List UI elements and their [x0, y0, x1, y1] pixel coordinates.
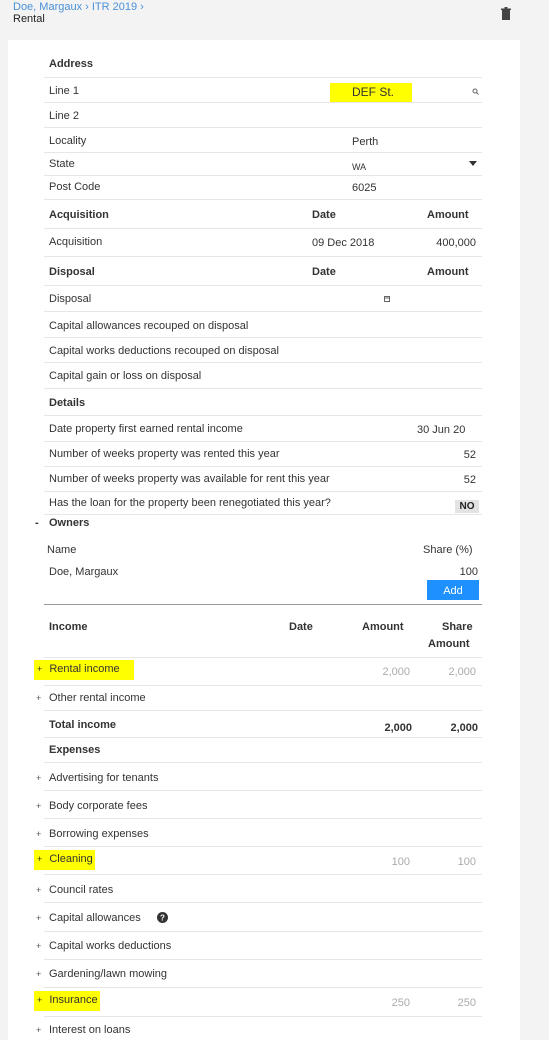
acquisition-label: Acquisition	[49, 236, 103, 248]
first-income-date-field[interactable]: 30 Jun 20	[417, 424, 479, 436]
state-label: State	[49, 158, 75, 170]
details-label: Number of weeks property was available f…	[49, 473, 330, 485]
details-label: Date property first earned rental income	[49, 423, 243, 435]
owners-share-header: Share (%)	[423, 544, 473, 556]
expand-icon[interactable]: +	[36, 1025, 41, 1035]
owners-name-header: Name	[47, 544, 77, 556]
details-label: Has the loan for the property been reneg…	[49, 497, 331, 509]
expense-amount[interactable]: 100	[360, 856, 410, 868]
income-label: Other rental income	[49, 692, 146, 704]
page-title: Rental	[13, 13, 45, 25]
line2-label: Line 2	[49, 110, 79, 122]
income-amount-header: Amount	[362, 621, 404, 633]
expand-icon[interactable]: +	[36, 773, 41, 783]
total-income-label: Total income	[49, 719, 117, 731]
acquisition-amount-header: Amount	[427, 209, 469, 221]
expense-label: Capital works deductions	[49, 940, 172, 952]
expense-amount[interactable]: 250	[360, 997, 410, 1009]
expand-icon[interactable]: +	[36, 941, 41, 951]
expand-icon: +	[37, 664, 43, 674]
expand-icon[interactable]: +	[36, 829, 41, 839]
owners-collapse-toggle[interactable]: -	[35, 517, 39, 529]
expand-icon[interactable]: +	[36, 885, 41, 895]
owner-name: Doe, Margaux	[49, 566, 119, 578]
svg-text:?: ?	[160, 914, 165, 923]
expense-label: Borrowing expenses	[49, 828, 149, 840]
disposal-heading: Disposal	[49, 266, 95, 278]
disposal-date-header: Date	[312, 266, 336, 278]
locality-label: Locality	[49, 135, 87, 147]
total-income-amount: 2,000	[384, 722, 412, 734]
details-label: Number of weeks property was rented this…	[49, 448, 280, 460]
calendar-icon[interactable]	[384, 296, 390, 302]
help-icon[interactable]: ?	[157, 912, 168, 923]
line1-field[interactable]: DEF St.	[330, 83, 413, 102]
expand-icon[interactable]: +	[36, 693, 41, 703]
owners-heading: Owners	[49, 517, 90, 529]
expenses-heading: Expenses	[49, 744, 101, 756]
acquisition-date-field[interactable]: 09 Dec 2018	[312, 237, 392, 249]
income-share-header: Share	[442, 621, 473, 633]
locality-field[interactable]: Perth	[352, 136, 378, 148]
expense-label: Advertising for tenants	[49, 772, 159, 784]
income-share-amount[interactable]: 2,000	[426, 666, 476, 678]
acquisition-amount-field[interactable]: 400,000	[420, 237, 476, 249]
total-income-share: 2,000	[450, 722, 478, 734]
breadcrumb[interactable]: Doe, Margaux › ITR 2019 ›	[13, 1, 144, 13]
weeks-rented-field[interactable]: 52	[430, 449, 476, 461]
line1-label: Line 1	[49, 85, 79, 97]
rental-income-row[interactable]: + Rental income	[34, 660, 134, 680]
expense-label: Capital allowances	[49, 912, 141, 924]
owner-share-field[interactable]: 100	[440, 566, 478, 578]
income-label: Rental income	[49, 663, 120, 675]
postcode-label: Post Code	[49, 181, 101, 193]
income-amount[interactable]: 2,000	[360, 666, 410, 678]
weeks-available-field[interactable]: 52	[430, 474, 476, 486]
income-date-header: Date	[289, 621, 313, 633]
acquisition-heading: Acquisition	[49, 209, 109, 221]
cleaning-row[interactable]: + Cleaning	[34, 850, 95, 870]
expand-icon: +	[37, 995, 43, 1005]
expense-label: Insurance	[49, 994, 98, 1006]
expense-share-amount[interactable]: 250	[426, 997, 476, 1009]
acquisition-date-header: Date	[312, 209, 336, 221]
expense-label: Council rates	[49, 884, 114, 896]
search-icon	[472, 88, 479, 95]
expand-icon[interactable]: +	[36, 801, 41, 811]
income-heading: Income	[49, 621, 88, 633]
expense-label: Interest on loans	[49, 1024, 131, 1036]
chevron-down-icon[interactable]	[469, 161, 477, 166]
trash-icon[interactable]	[500, 7, 512, 20]
disposal-row: Capital works deductions recouped on dis…	[49, 345, 279, 357]
details-heading: Details	[49, 397, 86, 409]
expand-icon[interactable]: +	[36, 913, 41, 923]
expense-label: Cleaning	[49, 853, 93, 865]
expand-icon: +	[37, 854, 43, 864]
add-owner-button[interactable]: Add	[427, 580, 479, 600]
top-bar: Doe, Margaux › ITR 2019 › Rental	[0, 0, 549, 34]
loan-renegotiated-toggle[interactable]: NO	[455, 500, 479, 513]
expense-share-amount[interactable]: 100	[426, 856, 476, 868]
insurance-row[interactable]: + Insurance	[34, 991, 100, 1011]
state-select[interactable]: WA	[352, 162, 366, 170]
disposal-row: Capital allowances recouped on disposal	[49, 320, 249, 332]
expense-label: Gardening/lawn mowing	[49, 968, 168, 980]
expense-label: Body corporate fees	[49, 800, 148, 812]
income-share-header: Amount	[428, 638, 470, 650]
disposal-row: Capital gain or loss on disposal	[49, 370, 202, 382]
postcode-field[interactable]: 6025	[352, 182, 376, 194]
disposal-row: Disposal	[49, 293, 92, 305]
expand-icon[interactable]: +	[36, 969, 41, 979]
disposal-amount-header: Amount	[427, 266, 469, 278]
address-heading: Address	[49, 58, 94, 70]
